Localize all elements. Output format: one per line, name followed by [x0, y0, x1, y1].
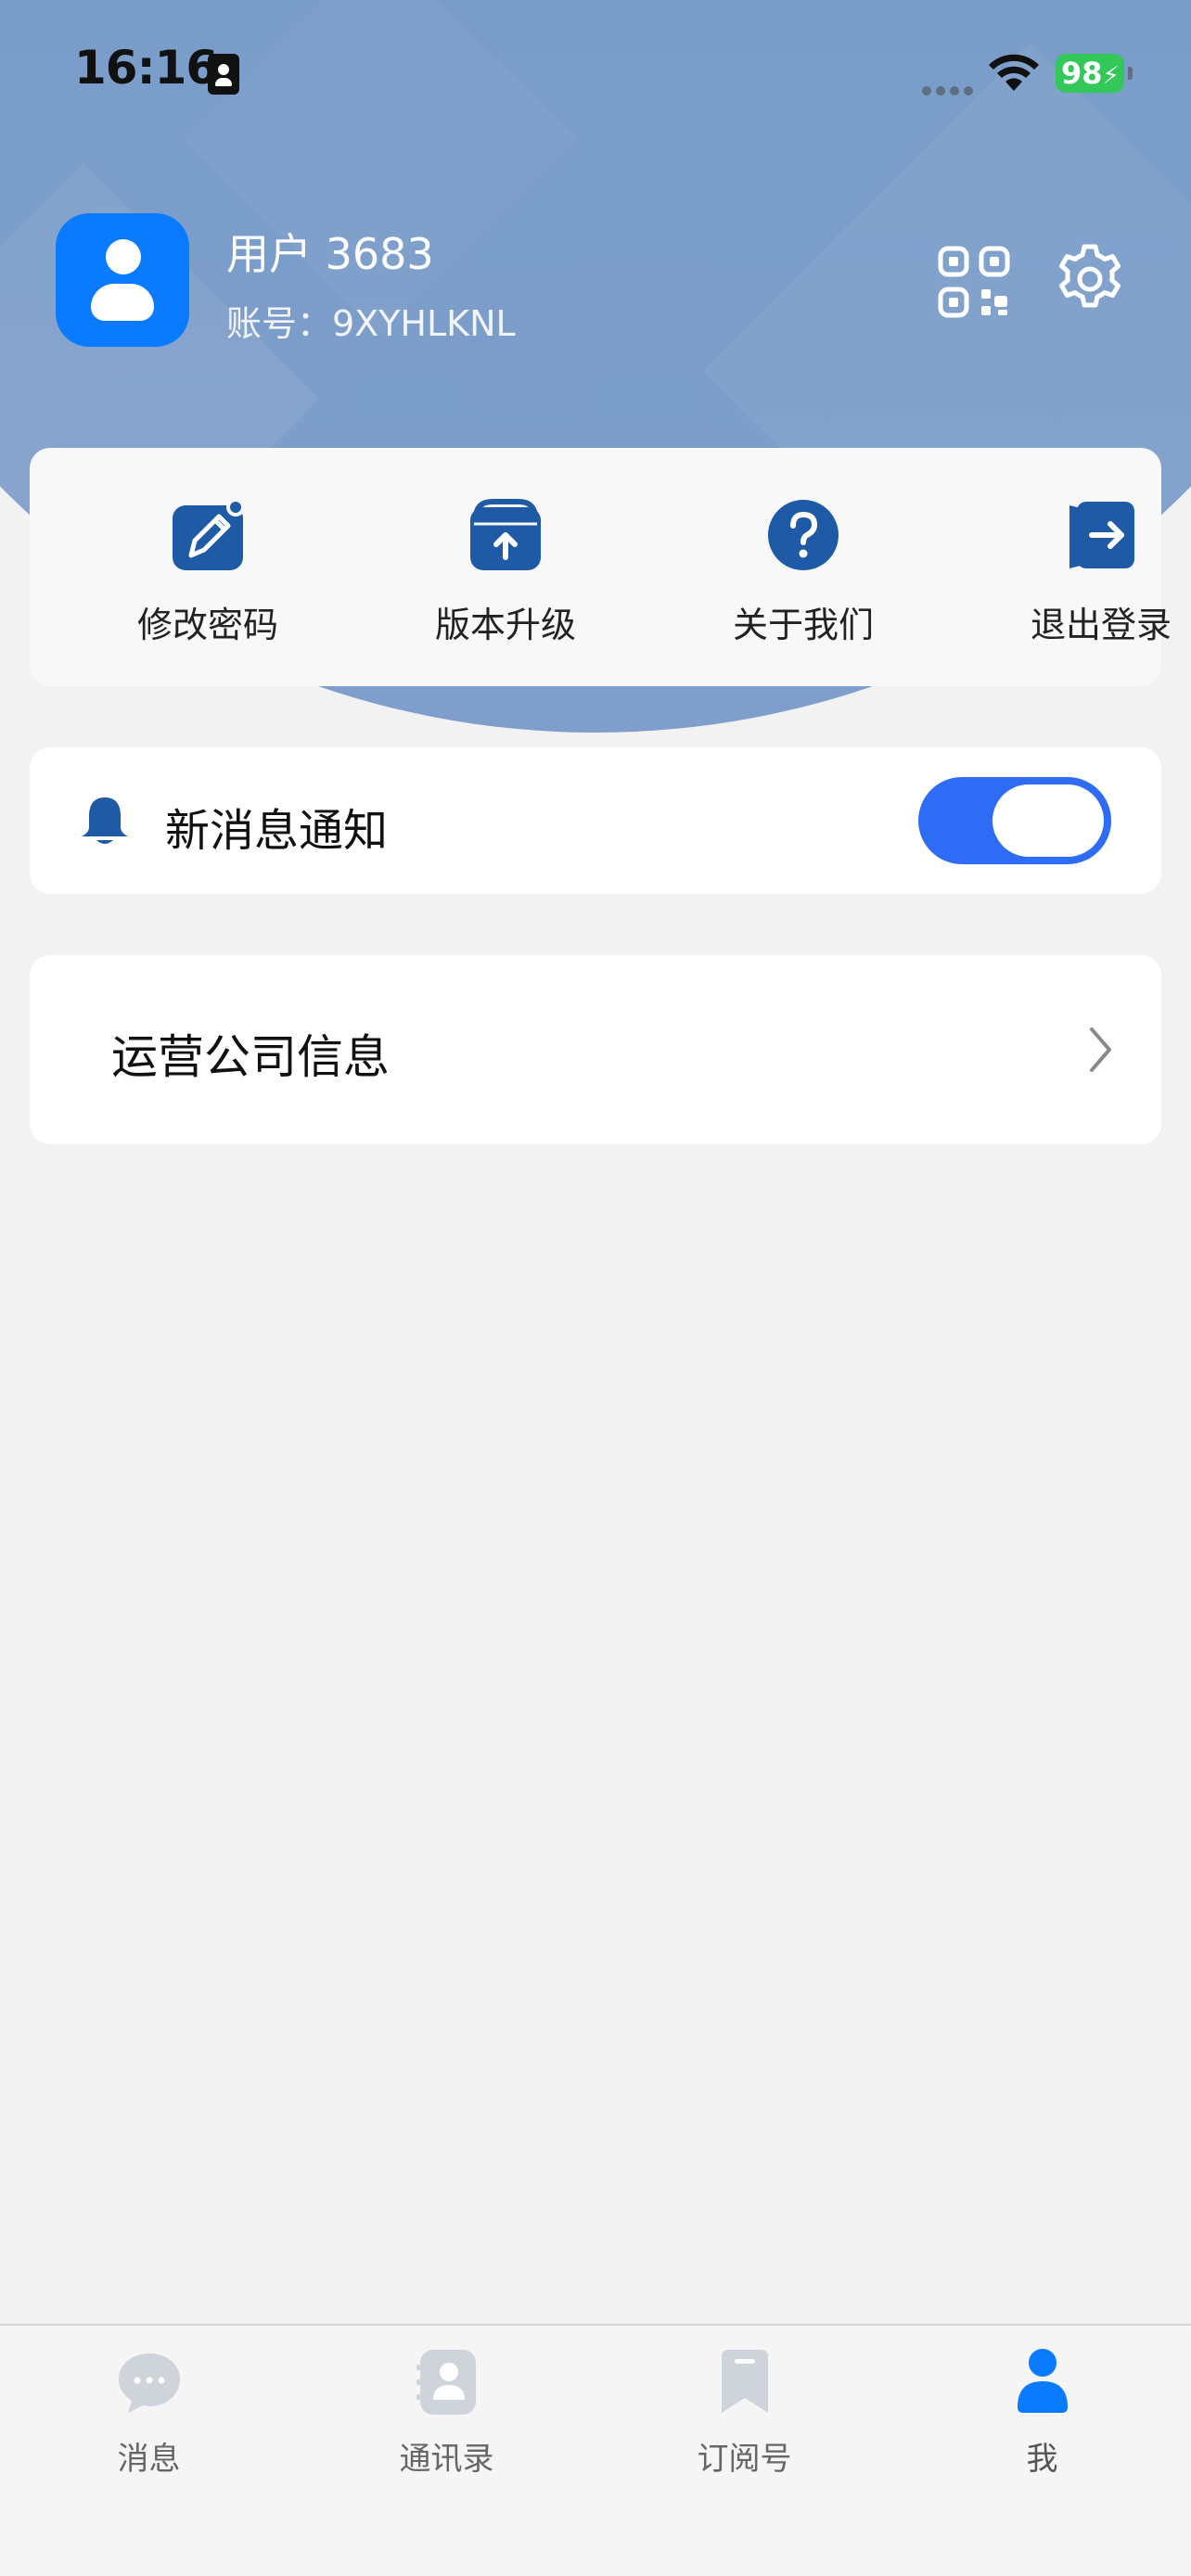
- notification-label: 新消息通知: [165, 805, 389, 857]
- chat-bubble-icon: [119, 2353, 180, 2413]
- change-password-button[interactable]: 修改密码: [69, 448, 347, 686]
- user-account: 账号：9XYHLKNL: [226, 303, 516, 344]
- toggle-knob: [992, 784, 1104, 857]
- wifi-icon: [989, 54, 1039, 91]
- chevron-right-icon: [1090, 1027, 1111, 1072]
- new-message-notification-row: 新消息通知: [30, 747, 1161, 894]
- logout-icon: [1069, 502, 1134, 568]
- status-bar: 16:16 98⚡: [0, 0, 1191, 148]
- tab-contacts[interactable]: 通讯录: [298, 2326, 596, 2511]
- company-info-row[interactable]: 运营公司信息: [30, 955, 1161, 1144]
- person-icon: [1018, 2349, 1068, 2413]
- quick-actions-card: 修改密码 版本升级 关于我们 退出登录: [30, 448, 1172, 686]
- version-upgrade-label: 版本升级: [434, 605, 576, 645]
- about-us-button[interactable]: 关于我们: [664, 448, 942, 686]
- bell-icon: [82, 797, 128, 844]
- user-name: 用户 3683: [226, 229, 434, 279]
- tab-contacts-label: 通讯录: [399, 2441, 494, 2478]
- version-upgrade-button[interactable]: 版本升级: [366, 448, 645, 686]
- tab-subscriptions-label: 订阅号: [697, 2441, 792, 2478]
- battery-charging-icon: 98⚡: [1056, 54, 1124, 93]
- company-info-label: 运营公司信息: [111, 1030, 390, 1084]
- edit-pencil-icon: [173, 498, 245, 570]
- question-icon: [768, 500, 839, 570]
- tab-subscriptions[interactable]: 订阅号: [596, 2326, 893, 2511]
- tab-messages[interactable]: 消息: [0, 2326, 298, 2511]
- about-us-label: 关于我们: [732, 605, 874, 645]
- tab-me-label: 我: [1026, 2441, 1058, 2478]
- contacts-book-icon: [416, 2350, 476, 2415]
- battery-cap: [1128, 67, 1133, 80]
- logout-label: 退出登录: [1030, 605, 1172, 645]
- bookmark-icon: [722, 2350, 768, 2413]
- qr-code-icon[interactable]: [937, 245, 1011, 319]
- profile-page: 16:16 98⚡ 用户 3683 账号：9XYHLKNL 修改密码 版本升级 …: [0, 0, 1191, 2576]
- gear-icon[interactable]: [1054, 243, 1126, 315]
- tab-bar: 消息 通讯录 订阅号 我: [0, 2324, 1191, 2576]
- cellular-signal-icon: [922, 82, 978, 99]
- logout-button[interactable]: 退出登录: [962, 448, 1191, 686]
- upgrade-icon: [470, 499, 541, 570]
- tab-messages-label: 消息: [117, 2441, 181, 2478]
- contact-card-icon: [208, 54, 239, 95]
- notification-toggle[interactable]: [918, 777, 1111, 864]
- status-time: 16:16: [74, 41, 218, 95]
- change-password-label: 修改密码: [136, 605, 278, 645]
- battery-level: 98: [1061, 56, 1103, 91]
- tab-me[interactable]: 我: [893, 2326, 1191, 2511]
- avatar-icon[interactable]: [56, 213, 189, 347]
